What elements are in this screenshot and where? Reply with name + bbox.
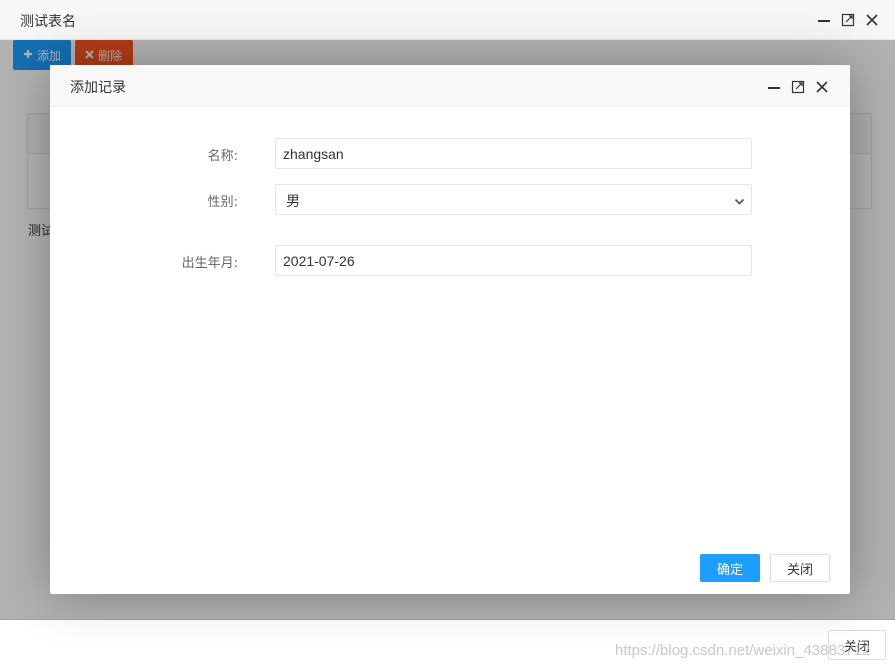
birth-label: 出生年月: (181, 256, 238, 271)
birth-date-input[interactable] (275, 245, 752, 276)
outer-title: 测试表名 (20, 14, 76, 30)
name-label: 名称: (207, 149, 238, 164)
dialog-titlebar: 添加记录 (50, 65, 850, 107)
minimize-icon[interactable] (816, 12, 832, 28)
name-input[interactable] (275, 138, 752, 169)
maximize-icon[interactable] (790, 79, 806, 95)
dialog-window-controls (766, 79, 830, 95)
form-row-gender: 性别: 男 (50, 184, 850, 215)
maximize-icon[interactable] (840, 12, 856, 28)
form-row-name: 名称: (50, 138, 850, 169)
gender-label: 性别: (207, 195, 238, 210)
form-row-birth: 出生年月: (50, 245, 850, 276)
dialog-title: 添加记录 (70, 80, 126, 96)
close-icon[interactable] (864, 12, 880, 28)
close-icon[interactable] (814, 79, 830, 95)
add-record-dialog: 添加记录 名称: 性别: 男 出生年月: 确定 关闭 (50, 65, 850, 594)
minimize-icon[interactable] (766, 79, 782, 95)
gender-select[interactable]: 男 (275, 184, 752, 215)
outer-titlebar: 测试表名 (0, 0, 895, 40)
dialog-close-button[interactable]: 关闭 (770, 554, 830, 582)
outer-window-controls (816, 12, 880, 28)
watermark: https://blog.csdn.net/weixin_43883712 (615, 642, 871, 659)
gender-select-value: 男 (286, 194, 300, 210)
confirm-button[interactable]: 确定 (700, 554, 760, 582)
chevron-down-icon (734, 195, 745, 211)
